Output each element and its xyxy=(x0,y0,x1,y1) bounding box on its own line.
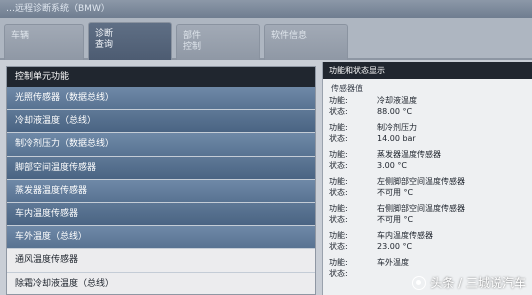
status-label: 状态: xyxy=(329,107,348,116)
list-item[interactable]: 通风温度传感器 xyxy=(7,249,315,273)
status-label: 状态: xyxy=(329,215,348,224)
tab-vehicle[interactable]: 车辆 xyxy=(4,24,84,60)
list-item[interactable]: 车内温度传感器 xyxy=(7,202,315,227)
function-value: 右侧脚部空间温度传感器 xyxy=(377,204,465,213)
section-title: 传感器值 xyxy=(331,84,363,93)
signal-entry: 功能: 左侧脚部空间温度传感器 状态: 不可用 °C xyxy=(329,176,526,198)
function-value: 制冷剂压力 xyxy=(377,123,417,132)
tab-label: 软件信息 xyxy=(271,31,308,41)
function-value: 蒸发器温度传感器 xyxy=(377,150,441,159)
function-label: 功能: xyxy=(329,123,348,132)
window-title: …远程诊断系统（BMW） xyxy=(0,0,532,18)
signal-entry: 功能: 蒸发器温度传感器 状态: 3.00 °C xyxy=(329,149,526,171)
tab-diagnosis-query[interactable]: 诊断 查询 xyxy=(88,22,172,60)
tab-strip: 车辆 诊断 查询 部件 控制 软件信息 xyxy=(0,18,532,60)
tab-component-control[interactable]: 部件 控制 xyxy=(176,24,260,60)
status-label: 状态: xyxy=(329,161,348,170)
tab-label: 查询 xyxy=(95,40,114,50)
toutiao-logo-icon xyxy=(412,275,427,290)
status-value: 不可用 °C xyxy=(377,188,414,197)
status-value: 3.00 °C xyxy=(377,161,407,170)
list-item[interactable]: 车外温度（总线） xyxy=(7,226,315,250)
function-value: 左侧脚部空间温度传感器 xyxy=(377,177,465,186)
status-label: 状态: xyxy=(329,242,348,251)
list-item[interactable]: 除霜冷却液温度（总线） xyxy=(7,272,315,294)
function-label: 功能: xyxy=(329,96,348,105)
signal-entry: 功能: 车内温度传感器 状态: 23.00 °C xyxy=(329,230,526,252)
tab-label: 控制 xyxy=(183,42,202,52)
status-value: 88.00 °C xyxy=(377,107,413,116)
control-unit-functions-panel: 控制单元功能 光照传感器（数据总线） 冷却液温度（总线） 制冷剂压力（数据总线）… xyxy=(6,66,316,295)
panel-title: 功能和状态显示 xyxy=(323,62,532,79)
function-label: 功能: xyxy=(329,258,348,267)
list-item[interactable]: 蒸发器温度传感器 xyxy=(7,179,315,203)
list-item[interactable]: 脚部空间温度传感器 xyxy=(7,156,315,180)
signal-entry: 功能: 制冷剂压力 状态: 14.00 bar xyxy=(329,122,526,144)
list-item[interactable]: 光照传感器（数据总线） xyxy=(7,87,315,111)
tab-software-info[interactable]: 软件信息 xyxy=(264,24,348,60)
signal-entry: 功能: 冷却液温度 状态: 88.00 °C xyxy=(329,95,526,117)
status-label: 状态: xyxy=(329,269,348,278)
panel-title: 控制单元功能 xyxy=(7,67,315,87)
function-value: 冷却液温度 xyxy=(377,96,417,105)
status-value: 23.00 °C xyxy=(377,242,413,251)
tab-label: 诊断 xyxy=(95,29,114,39)
watermark: 头条 / 三城说汽车 xyxy=(412,274,526,291)
list-item[interactable]: 制冷剂压力（数据总线） xyxy=(7,133,315,157)
function-value: 车内温度传感器 xyxy=(377,231,433,240)
function-value: 车外温度 xyxy=(377,258,409,267)
status-value: 不可用 °C xyxy=(377,215,414,224)
watermark-text: 头条 / 三城说汽车 xyxy=(430,276,526,290)
status-label: 状态: xyxy=(329,188,348,197)
function-label: 功能: xyxy=(329,177,348,186)
function-label: 功能: xyxy=(329,204,348,213)
list-item[interactable]: 冷却液温度（总线） xyxy=(7,110,315,134)
signal-entry: 功能: 右侧脚部空间温度传感器 状态: 不可用 °C xyxy=(329,203,526,225)
tab-label: 车辆 xyxy=(11,31,30,41)
function-label: 功能: xyxy=(329,150,348,159)
function-label: 功能: xyxy=(329,231,348,240)
tab-label: 部件 xyxy=(183,31,202,41)
status-label: 状态: xyxy=(329,134,348,143)
status-value: 14.00 bar xyxy=(377,134,416,143)
function-status-panel: 功能和状态显示 传感器值 功能: 冷却液温度 状态: 88.00 °C 功能: 制冷剂… xyxy=(322,62,532,295)
